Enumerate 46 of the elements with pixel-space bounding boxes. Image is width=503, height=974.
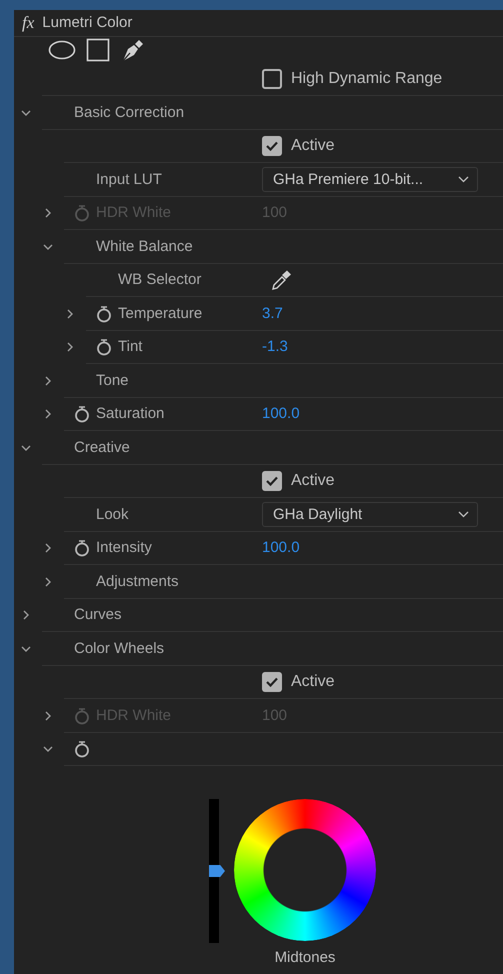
section-header[interactable]: Color Wheels: [74, 640, 164, 656]
value-field[interactable]: 100.0: [262, 403, 300, 426]
property-label: WB Selector: [118, 271, 202, 288]
checkmark-icon: [265, 139, 279, 154]
checkbox[interactable]: [262, 136, 282, 156]
section-header[interactable]: Creative: [74, 438, 130, 456]
checkbox[interactable]: [262, 69, 282, 90]
stopwatch-icon[interactable]: [96, 338, 112, 356]
slider-track[interactable]: [209, 799, 225, 943]
panel-title: Lumetri Color: [42, 12, 132, 32]
checkbox-label: Active: [291, 672, 335, 692]
section-header[interactable]: Adjustments: [96, 572, 179, 590]
section-header[interactable]: Tone: [96, 372, 129, 388]
property-label: Temperature: [118, 304, 202, 322]
value-field[interactable]: -1.3: [262, 336, 288, 358]
stopwatch-icon[interactable]: [74, 539, 90, 558]
checkmark-icon: [265, 474, 279, 488]
dropdown[interactable]: GHa Premiere 10-bit...: [262, 167, 478, 192]
section-header[interactable]: White Balance: [96, 238, 193, 254]
effect-label: fx: [22, 12, 34, 34]
stopwatch-icon[interactable]: [74, 405, 90, 424]
property-label: Look: [96, 506, 129, 522]
property-label: Input LUT: [96, 170, 162, 188]
dropdown[interactable]: GHa Daylight: [262, 502, 478, 528]
eyedropper-icon[interactable]: [270, 269, 292, 292]
rectangle-mask-icon[interactable]: [86, 38, 110, 62]
section-header[interactable]: Basic Correction: [74, 104, 184, 120]
stopwatch-icon[interactable]: [96, 304, 112, 323]
checkbox[interactable]: [262, 672, 282, 692]
property-label: Saturation: [96, 405, 164, 422]
property-label: Tint: [118, 338, 142, 355]
value-field[interactable]: 3.7: [262, 302, 283, 325]
checkbox-label: Active: [291, 471, 335, 492]
checkmark-icon: [265, 675, 279, 690]
caret-icon: [458, 176, 469, 184]
checkbox-label: Active: [291, 136, 335, 156]
caret-icon: [458, 511, 469, 518]
checkbox-label: High Dynamic Range: [291, 69, 442, 90]
section-header[interactable]: Curves: [74, 606, 122, 623]
stopwatch-icon[interactable]: [74, 740, 90, 758]
slider-handle[interactable]: [209, 865, 225, 877]
wheel-label: Midtones: [274, 948, 336, 968]
value-field[interactable]: 100.0: [262, 537, 300, 560]
ellipse-mask-icon[interactable]: [48, 40, 76, 60]
checkbox[interactable]: [262, 471, 282, 492]
property-label: Intensity: [96, 539, 152, 556]
